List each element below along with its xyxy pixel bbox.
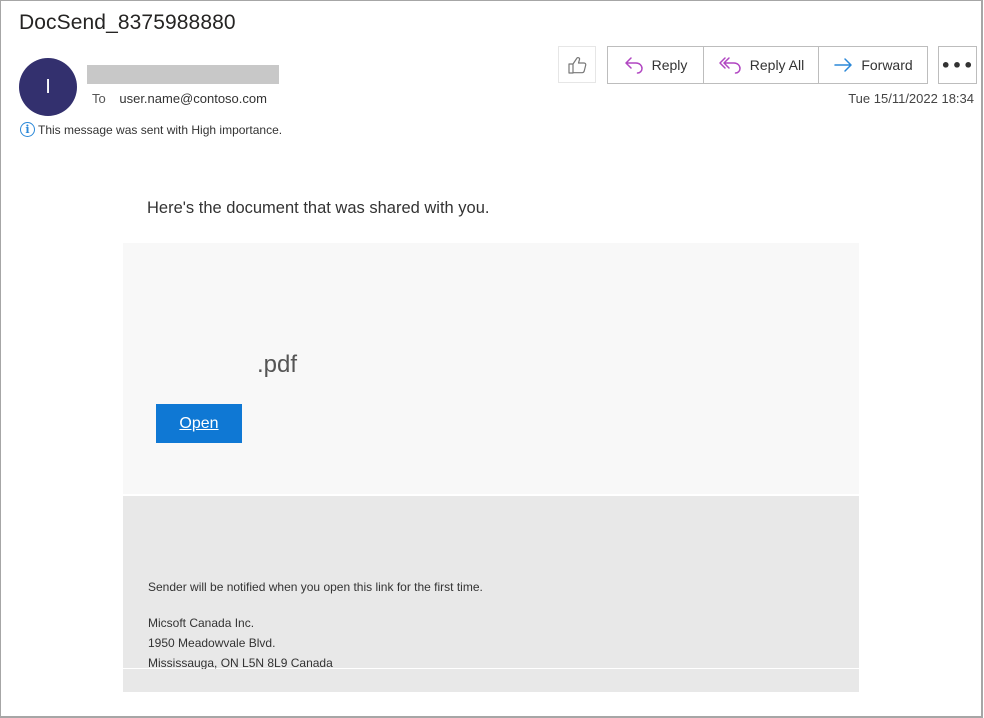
like-button[interactable] (558, 46, 596, 83)
received-timestamp: Tue 15/11/2022 18:34 (848, 91, 974, 106)
email-subject: DocSend_8375988880 (19, 11, 236, 34)
document-filename: .pdf (257, 351, 298, 378)
sender-name-redacted (87, 65, 279, 84)
reply-all-label: Reply All (749, 57, 805, 73)
avatar-initial: I (45, 75, 51, 98)
importance-text: This message was sent with High importan… (38, 122, 283, 137)
info-icon: i (20, 122, 35, 137)
footer-bottom-strip (123, 669, 859, 692)
more-icon: ••• (940, 55, 975, 75)
forward-arrow-icon (834, 58, 853, 72)
thumbs-up-icon (568, 56, 587, 74)
address-line: Micsoft Canada Inc. (148, 616, 255, 630)
email-window: DocSend_8375988880 I To user.name@contos… (0, 0, 983, 718)
recipient-line: To user.name@contoso.com (92, 91, 267, 106)
reply-all-icon (719, 57, 741, 74)
reply-button[interactable]: Reply (608, 47, 703, 83)
reply-icon (624, 57, 643, 74)
forward-label: Forward (861, 57, 913, 73)
forward-button[interactable]: Forward (818, 47, 927, 83)
recipient-address[interactable]: user.name@contoso.com (119, 91, 267, 106)
email-footer: Sender will be notified when you open th… (123, 496, 859, 670)
reply-actions-group: Reply Reply All Forward (607, 46, 928, 84)
footer-notice: Sender will be notified when you open th… (148, 580, 483, 594)
reply-all-button[interactable]: Reply All (703, 47, 818, 83)
document-card: .pdf Open (123, 243, 859, 494)
sender-address: Micsoft Canada Inc. 1950 Meadowvale Blvd… (148, 613, 333, 673)
to-label: To (92, 91, 106, 106)
sender-avatar[interactable]: I (19, 58, 77, 116)
reply-label: Reply (651, 57, 688, 73)
more-actions-button[interactable]: ••• (938, 46, 977, 84)
address-line: 1950 Meadowvale Blvd. (148, 636, 276, 650)
open-document-button[interactable]: Open (156, 404, 242, 443)
importance-notice: i This message was sent with High import… (20, 122, 282, 137)
email-intro-text: Here's the document that was shared with… (147, 199, 490, 217)
